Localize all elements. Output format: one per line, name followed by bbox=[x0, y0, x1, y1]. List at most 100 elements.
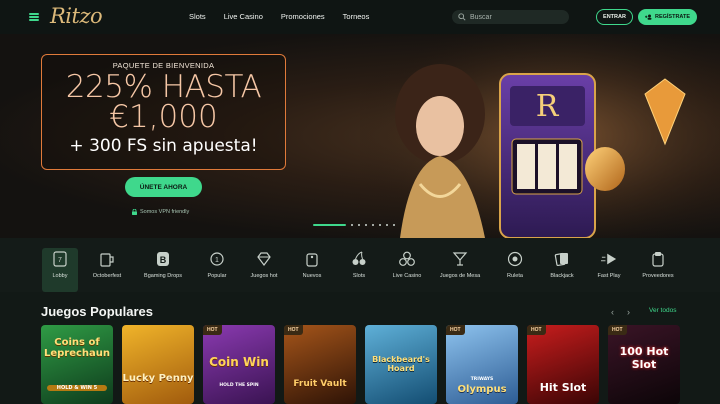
slide-indicator[interactable] bbox=[365, 224, 367, 226]
category-label: Bgaming Drops bbox=[144, 273, 182, 279]
category-label: Popular bbox=[207, 273, 227, 279]
category-nuevos[interactable]: Nuevos bbox=[294, 248, 330, 292]
game-tile[interactable]: HOT 100 Hot Slot bbox=[608, 325, 680, 404]
search-input[interactable] bbox=[470, 13, 566, 21]
category-juegos-hot[interactable]: Juegos hot bbox=[246, 248, 282, 292]
svg-text:B: B bbox=[160, 255, 167, 265]
search-bar[interactable] bbox=[452, 10, 569, 24]
cherries-icon bbox=[351, 251, 367, 267]
cocktail-icon bbox=[452, 251, 468, 267]
offer-percentage: 225% HASTA bbox=[65, 69, 262, 105]
beer-mug-icon bbox=[99, 251, 115, 267]
category-fast-play[interactable]: Fast Play bbox=[591, 248, 627, 292]
providers-icon bbox=[650, 251, 666, 267]
category-label: Juegos hot bbox=[250, 273, 278, 279]
category-bgaming-drops[interactable]: B Bgaming Drops bbox=[144, 248, 182, 292]
category-bar: 7 Lobby Octoberfest B Bgaming Drops 1 Po… bbox=[0, 238, 720, 292]
category-slots[interactable]: Slots bbox=[341, 248, 377, 292]
category-blackjack[interactable]: Blackjack bbox=[544, 248, 580, 292]
nav-live-casino[interactable]: Live Casino bbox=[224, 12, 263, 21]
user-plus-icon bbox=[644, 14, 652, 20]
game-title: Fruit Vault bbox=[293, 379, 347, 389]
slide-indicator[interactable] bbox=[379, 224, 381, 226]
popular-medal-icon: 1 bbox=[209, 251, 225, 267]
slide-indicator[interactable] bbox=[372, 224, 374, 226]
see-all-link[interactable]: Ver todos bbox=[649, 307, 676, 314]
slide-indicator[interactable] bbox=[351, 224, 353, 226]
category-label: Live Casino bbox=[392, 273, 422, 279]
welcome-offer-box: PAQUETE DE BIENVENIDA 225% HASTA €1,000 … bbox=[41, 54, 286, 170]
slide-indicator[interactable] bbox=[358, 224, 360, 226]
category-lobby[interactable]: 7 Lobby bbox=[42, 248, 78, 292]
game-tile[interactable]: HOT Hit Slot bbox=[527, 325, 599, 404]
site-logo[interactable]: Ritzo bbox=[50, 4, 103, 28]
nav-slots[interactable]: Slots bbox=[189, 12, 206, 21]
main-nav: Slots Live Casino Promociones Torneos bbox=[189, 12, 387, 21]
game-title: Hit Slot bbox=[539, 381, 587, 394]
register-button[interactable]: REGÍSTRATE bbox=[638, 9, 697, 25]
category-live-casino[interactable]: Live Casino bbox=[389, 248, 425, 292]
register-label: REGÍSTRATE bbox=[654, 14, 691, 20]
svg-text:1: 1 bbox=[215, 257, 219, 264]
hero-banner[interactable]: R PAQUETE DE BIENVENIDA 225% HASTA €1,00… bbox=[0, 34, 720, 238]
game-tile[interactable]: HOT Coin Win HOLD THE SPIN bbox=[203, 325, 275, 404]
hot-badge: HOT bbox=[608, 325, 627, 335]
roulette-icon bbox=[507, 251, 523, 267]
hero-illustration: R bbox=[360, 34, 720, 238]
category-label: Lobby bbox=[52, 273, 68, 279]
category-popular[interactable]: 1 Popular bbox=[199, 248, 235, 292]
lobby-card-icon: 7 bbox=[52, 251, 68, 267]
category-juegos-de-mesa[interactable]: Juegos de Mesa bbox=[440, 248, 480, 292]
category-label: Slots bbox=[352, 273, 366, 279]
game-title: Coins of Leprechaun bbox=[43, 337, 111, 359]
game-subtitle: HOLD THE SPIN bbox=[219, 383, 259, 388]
chevron-right-icon[interactable]: › bbox=[627, 307, 630, 317]
category-label: Nuevos bbox=[302, 273, 322, 279]
slide-indicator-active[interactable] bbox=[313, 224, 346, 226]
game-tile[interactable]: Lucky Penny bbox=[122, 325, 194, 404]
category-proveedores[interactable]: Proveedores bbox=[640, 248, 676, 292]
chips-icon bbox=[399, 251, 415, 267]
slide-indicator[interactable] bbox=[386, 224, 388, 226]
login-button[interactable]: ENTRAR bbox=[596, 9, 633, 25]
section-title: Juegos Populares bbox=[41, 304, 153, 319]
category-label: Ruleta bbox=[507, 273, 523, 279]
nav-torneos[interactable]: Torneos bbox=[343, 12, 370, 21]
chevron-left-icon[interactable]: ‹ bbox=[611, 307, 614, 317]
carousel-arrows: ‹ › bbox=[611, 307, 630, 317]
hot-badge: HOT bbox=[284, 325, 303, 335]
game-title: Blackbeard's Hoard bbox=[372, 355, 430, 373]
game-tile[interactable]: Blackbeard's Hoard bbox=[365, 325, 437, 404]
category-label: Fast Play bbox=[597, 273, 621, 279]
hot-badge: HOT bbox=[527, 325, 546, 335]
diamond-icon bbox=[256, 251, 272, 267]
game-subtitle: TRIWAYS bbox=[470, 377, 494, 382]
menu-icon[interactable] bbox=[29, 13, 39, 21]
game-title: Lucky Penny bbox=[122, 373, 194, 384]
nav-promociones[interactable]: Promociones bbox=[281, 12, 325, 21]
svg-text:7: 7 bbox=[58, 257, 62, 264]
game-tile[interactable]: HOT TRIWAYS Olympus bbox=[446, 325, 518, 404]
game-tile[interactable]: HOT Fruit Vault bbox=[284, 325, 356, 404]
game-tile[interactable]: Coins of Leprechaun HOLD & WIN 5 bbox=[41, 325, 113, 404]
vpn-note-text: Somos VPN friendly bbox=[140, 209, 190, 215]
game-title: 100 Hot Slot bbox=[619, 345, 669, 371]
new-tag-icon bbox=[304, 251, 320, 267]
category-label: Proveedores bbox=[642, 273, 674, 279]
game-title: Coin Win bbox=[209, 355, 269, 369]
lock-icon bbox=[132, 209, 137, 215]
category-label: Octoberfest bbox=[92, 273, 122, 279]
hot-badge: HOT bbox=[446, 325, 465, 335]
category-label: Blackjack bbox=[550, 273, 574, 279]
bgaming-b-icon: B bbox=[155, 251, 171, 267]
vpn-friendly-note: Somos VPN friendly bbox=[132, 209, 189, 215]
category-label: Juegos de Mesa bbox=[439, 273, 481, 279]
category-octoberfest[interactable]: Octoberfest bbox=[89, 248, 125, 292]
slider-pagination bbox=[313, 224, 395, 226]
search-icon bbox=[458, 13, 466, 21]
category-ruleta[interactable]: Ruleta bbox=[497, 248, 533, 292]
slide-indicator[interactable] bbox=[393, 224, 395, 226]
join-now-button[interactable]: ÚNETE AHORA bbox=[125, 177, 202, 197]
offer-amount: €1,000 bbox=[109, 99, 218, 135]
fast-play-icon bbox=[601, 251, 617, 267]
